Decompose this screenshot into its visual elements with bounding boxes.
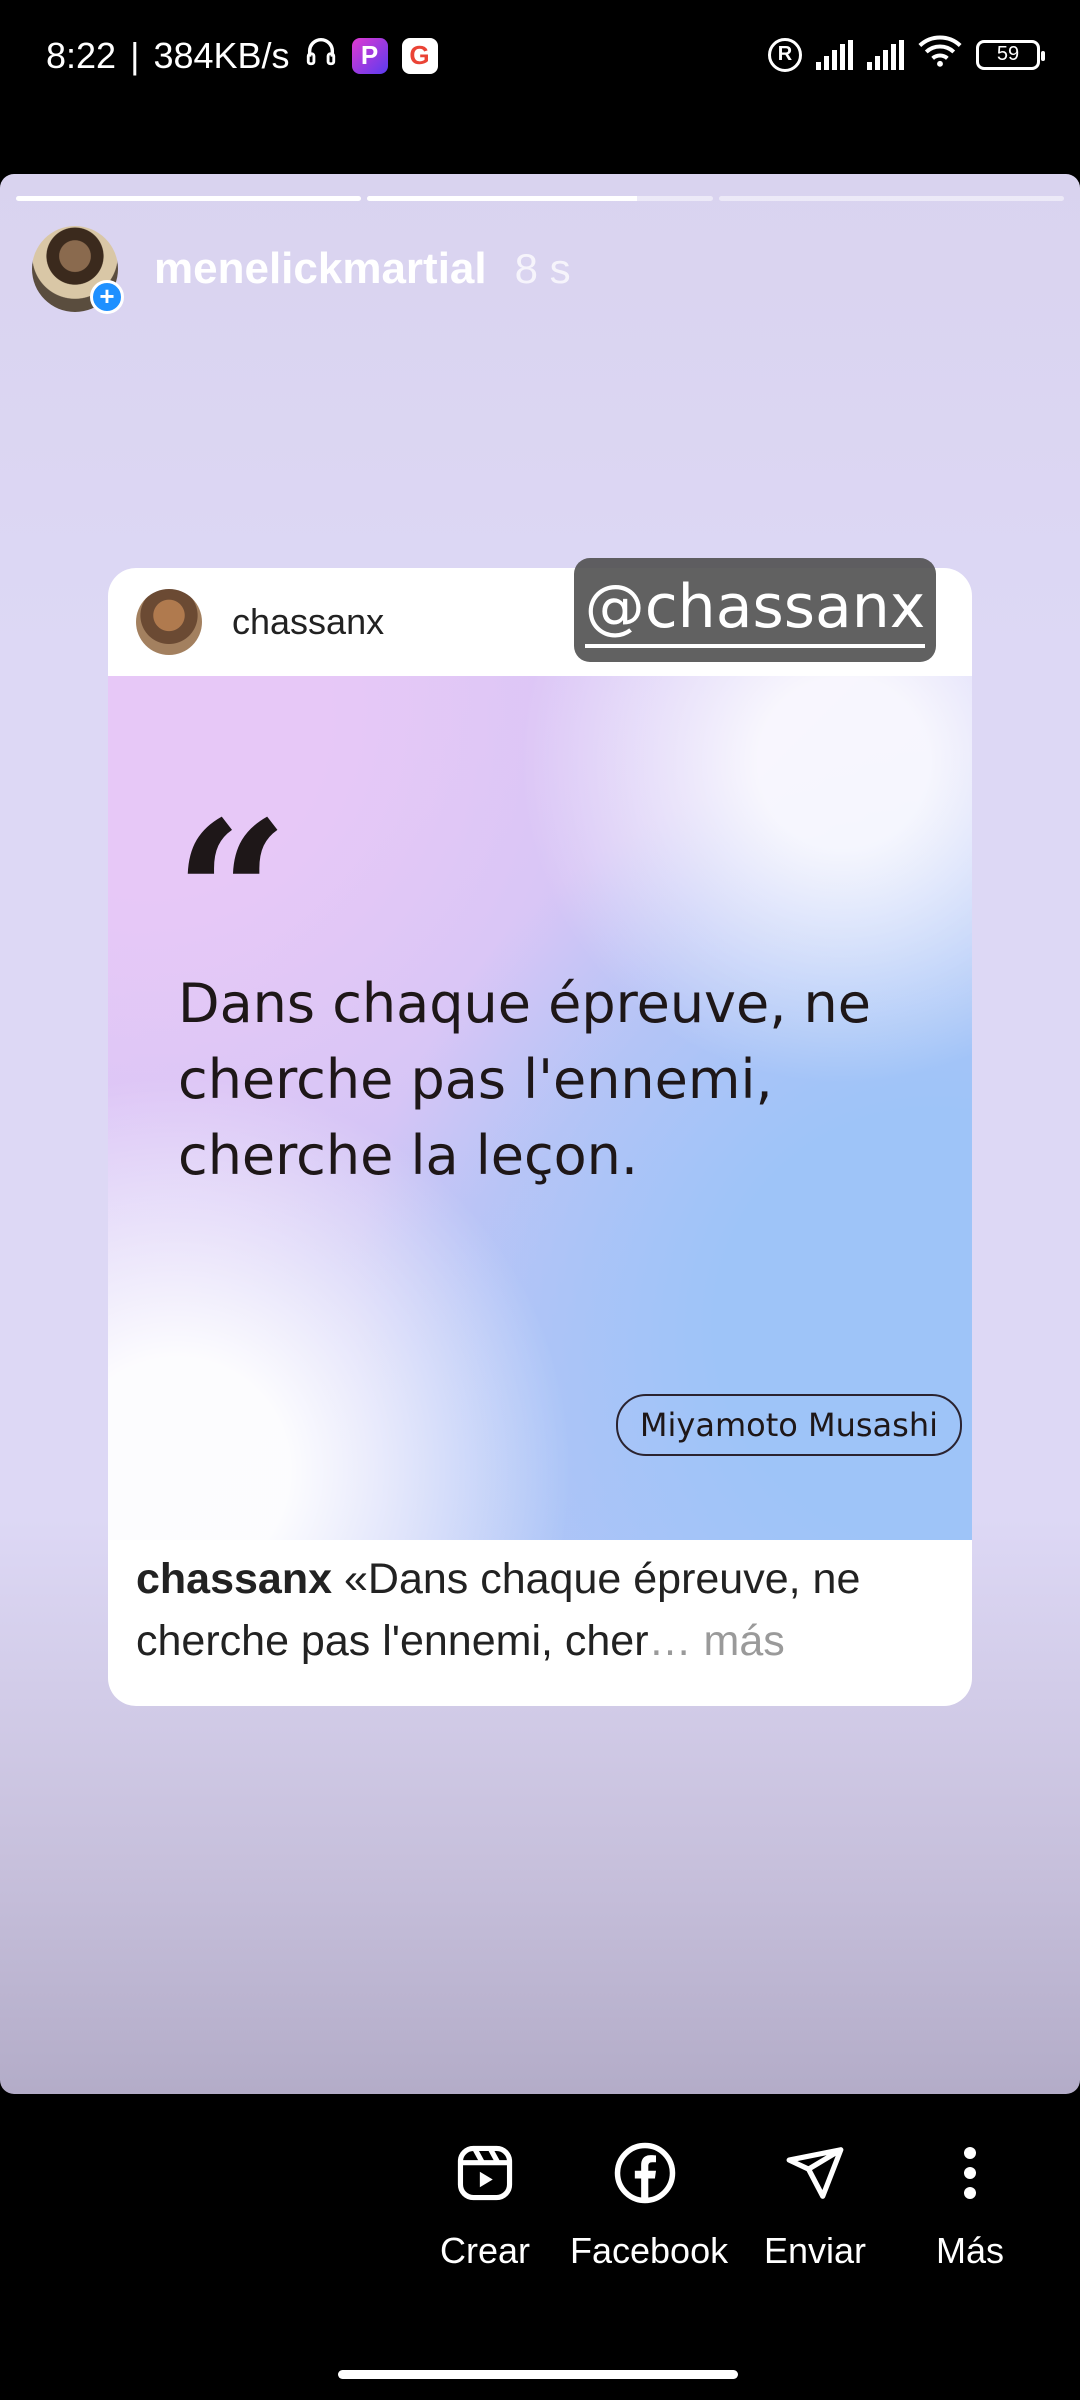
mention-sticker[interactable]: @chassanx xyxy=(574,558,936,662)
more-label: Más xyxy=(935,2230,1004,2271)
facebook-icon xyxy=(570,2118,720,2228)
add-story-icon[interactable]: + xyxy=(90,280,124,314)
reels-icon xyxy=(410,2118,560,2228)
facebook-label: Facebook xyxy=(570,2230,729,2271)
create-button[interactable]: Crear xyxy=(410,2118,560,2272)
story-username[interactable]: menelickmartial xyxy=(154,244,487,294)
google-icon: G xyxy=(401,37,438,74)
signal-icon xyxy=(867,39,904,70)
quote-text: Dans chaque épreuve, ne cherche pas l'en… xyxy=(178,972,872,1187)
status-bar: 8:22 | 384KB/s P G R 59 xyxy=(0,0,1080,120)
post-caption: chassanx «Dans chaque épreuve, ne cherch… xyxy=(136,1548,948,1672)
more-button[interactable]: Más xyxy=(895,2118,1045,2272)
caption-username: chassanx xyxy=(136,1555,333,1603)
headphones-icon xyxy=(304,34,338,77)
story-view[interactable]: + menelickmartial 8 s chassanx “ Dans ch… xyxy=(0,174,1080,2094)
quote-author: Miyamoto Musashi xyxy=(615,1394,962,1456)
more-vertical-icon xyxy=(895,2118,1045,2228)
signal-icon xyxy=(816,39,853,70)
send-label: Enviar xyxy=(763,2230,867,2271)
wifi-icon xyxy=(918,34,962,75)
shared-post-card[interactable]: chassanx “ Dans chaque épreuve, ne cherc… xyxy=(108,568,972,1706)
send-icon xyxy=(740,2118,890,2228)
story-time: 8 s xyxy=(514,245,571,292)
story-actions-bar: Crear Facebook Enviar Más xyxy=(0,2100,1080,2320)
create-label: Crear xyxy=(439,2230,531,2271)
post-image: “ Dans chaque épreuve, ne cherche pas l'… xyxy=(108,676,972,1540)
story-avatar[interactable]: + xyxy=(32,226,124,314)
post-avatar xyxy=(136,589,202,655)
battery-level: 59 xyxy=(996,43,1020,65)
send-button[interactable]: Enviar xyxy=(740,2118,890,2272)
p-app-icon: P xyxy=(351,37,388,74)
caption-more[interactable]: … más xyxy=(649,1617,785,1665)
mention-handle: @chassanx xyxy=(584,572,926,648)
progress-segment xyxy=(367,196,713,201)
facebook-button[interactable]: Facebook xyxy=(570,2118,729,2272)
progress-segment xyxy=(16,196,362,201)
story-progress xyxy=(16,196,1064,201)
network-speed: 384KB/s xyxy=(153,34,290,76)
status-separator: | xyxy=(130,34,140,76)
status-left: 8:22 | 384KB/s P G xyxy=(46,34,438,77)
home-indicator[interactable] xyxy=(338,2370,738,2379)
story-header: + menelickmartial 8 s xyxy=(32,226,571,314)
progress-segment xyxy=(718,196,1064,201)
post-username: chassanx xyxy=(232,601,385,642)
status-time: 8:22 xyxy=(46,34,117,76)
battery-icon: 59 xyxy=(976,39,1045,70)
status-right: R 59 xyxy=(768,34,1045,75)
registered-icon: R xyxy=(768,37,802,72)
